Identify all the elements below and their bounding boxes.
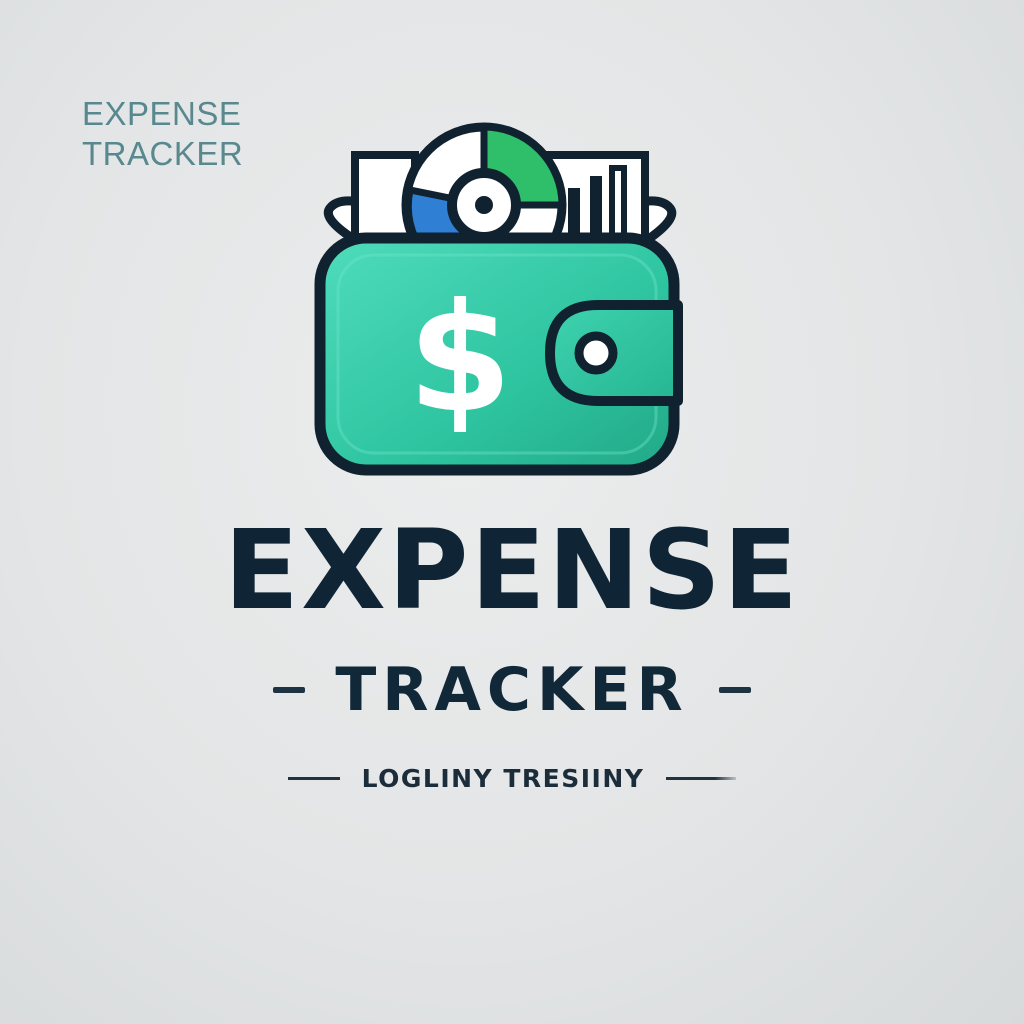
app-subtitle: TRACKER xyxy=(335,655,689,725)
subtitle-dash-left xyxy=(273,687,306,693)
app-title: EXPENSE xyxy=(223,506,801,634)
tagline: LOGLINY TRESIINY xyxy=(361,763,645,793)
corner-label-line2: TRACKER xyxy=(82,135,244,172)
corner-label-line1: EXPENSE xyxy=(82,95,242,132)
wallet-icon: $ xyxy=(314,122,683,476)
tagline-row: LOGLINY TRESIINY xyxy=(0,758,1024,798)
dollar-icon: $ xyxy=(408,272,512,446)
subtitle-row: TRACKER xyxy=(0,652,1024,728)
subtitle-dash-right xyxy=(718,687,751,693)
tagline-line-left xyxy=(287,776,340,780)
corner-label: EXPENSE TRACKER xyxy=(82,94,282,174)
tagline-line-right xyxy=(666,776,737,780)
wallet-clasp xyxy=(545,300,683,406)
